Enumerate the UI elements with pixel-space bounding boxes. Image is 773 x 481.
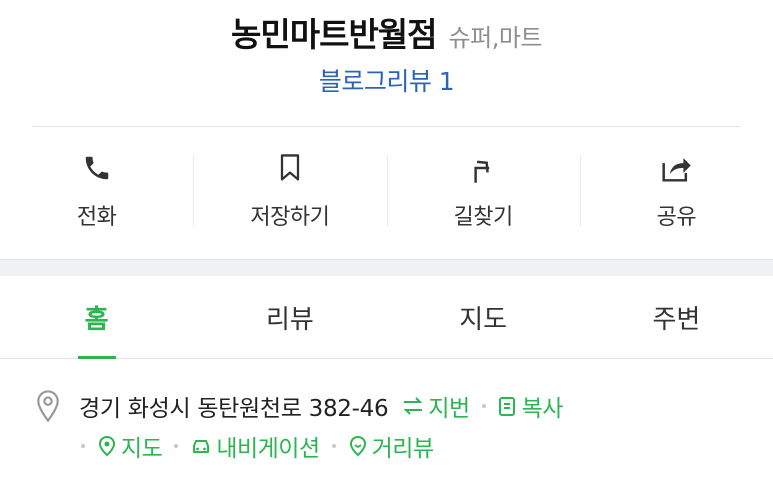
copy-label: 복사: [521, 396, 564, 422]
share-button[interactable]: 공유: [579, 127, 773, 259]
map-pin-icon: [98, 435, 116, 457]
location-pin-icon: [33, 389, 63, 423]
call-label: 전화: [76, 205, 117, 230]
copy-button[interactable]: 복사: [498, 389, 563, 423]
place-name: 농민마트반월점: [231, 15, 438, 54]
separator-dot: [81, 444, 85, 448]
phone-icon: [80, 151, 114, 185]
call-button[interactable]: 전화: [0, 127, 193, 259]
map-link[interactable]: 지도: [97, 429, 163, 463]
street-view-icon: [349, 435, 366, 457]
place-header: 농민마트반월점 슈퍼,마트 블로그리뷰 1: [0, 0, 773, 126]
title-row: 농민마트반월점 슈퍼,마트: [0, 8, 773, 56]
share-label: 공유: [656, 205, 697, 230]
copy-icon: [498, 397, 515, 416]
jibun-label: 지번: [428, 396, 470, 422]
directions-button[interactable]: 길찾기: [386, 127, 580, 259]
section-separator: [0, 259, 773, 276]
address-section: 경기 화성시 동탄원천로 382-46 지번 복사 지도 내비게이션 거리뷰: [33, 386, 753, 466]
jibun-toggle[interactable]: 지번: [402, 389, 470, 423]
place-category: 슈퍼,마트: [448, 24, 543, 52]
directions-icon: [466, 151, 500, 185]
tab-bar: 홈 리뷰 지도 주변: [0, 276, 773, 359]
separator-dot: [331, 444, 336, 448]
navigation-link[interactable]: 내비게이션: [190, 429, 320, 463]
tab-nearby[interactable]: 주변: [580, 276, 773, 358]
swap-icon: [403, 397, 423, 415]
map-label: 지도: [121, 436, 163, 462]
share-icon: [659, 151, 693, 185]
blog-review-link[interactable]: 블로그리뷰 1: [0, 62, 773, 98]
separator-dot: [174, 444, 179, 448]
separator-dot: [481, 404, 486, 408]
street-view-label: 거리뷰: [371, 436, 434, 462]
save-label: 저장하기: [250, 205, 330, 230]
tab-home[interactable]: 홈: [0, 276, 193, 358]
road-address: 경기 화성시 동탄원천로 382-46: [79, 396, 389, 422]
tab-map[interactable]: 지도: [387, 276, 580, 358]
save-button[interactable]: 저장하기: [193, 127, 386, 259]
navigation-label: 내비게이션: [216, 436, 320, 462]
bookmark-icon: [273, 151, 307, 185]
car-icon: [193, 440, 210, 453]
action-bar: 전화 저장하기 길찾기 공유: [0, 127, 773, 259]
street-view-link[interactable]: 거리뷰: [348, 429, 434, 463]
tab-review[interactable]: 리뷰: [193, 276, 386, 358]
directions-label: 길찾기: [453, 205, 514, 230]
